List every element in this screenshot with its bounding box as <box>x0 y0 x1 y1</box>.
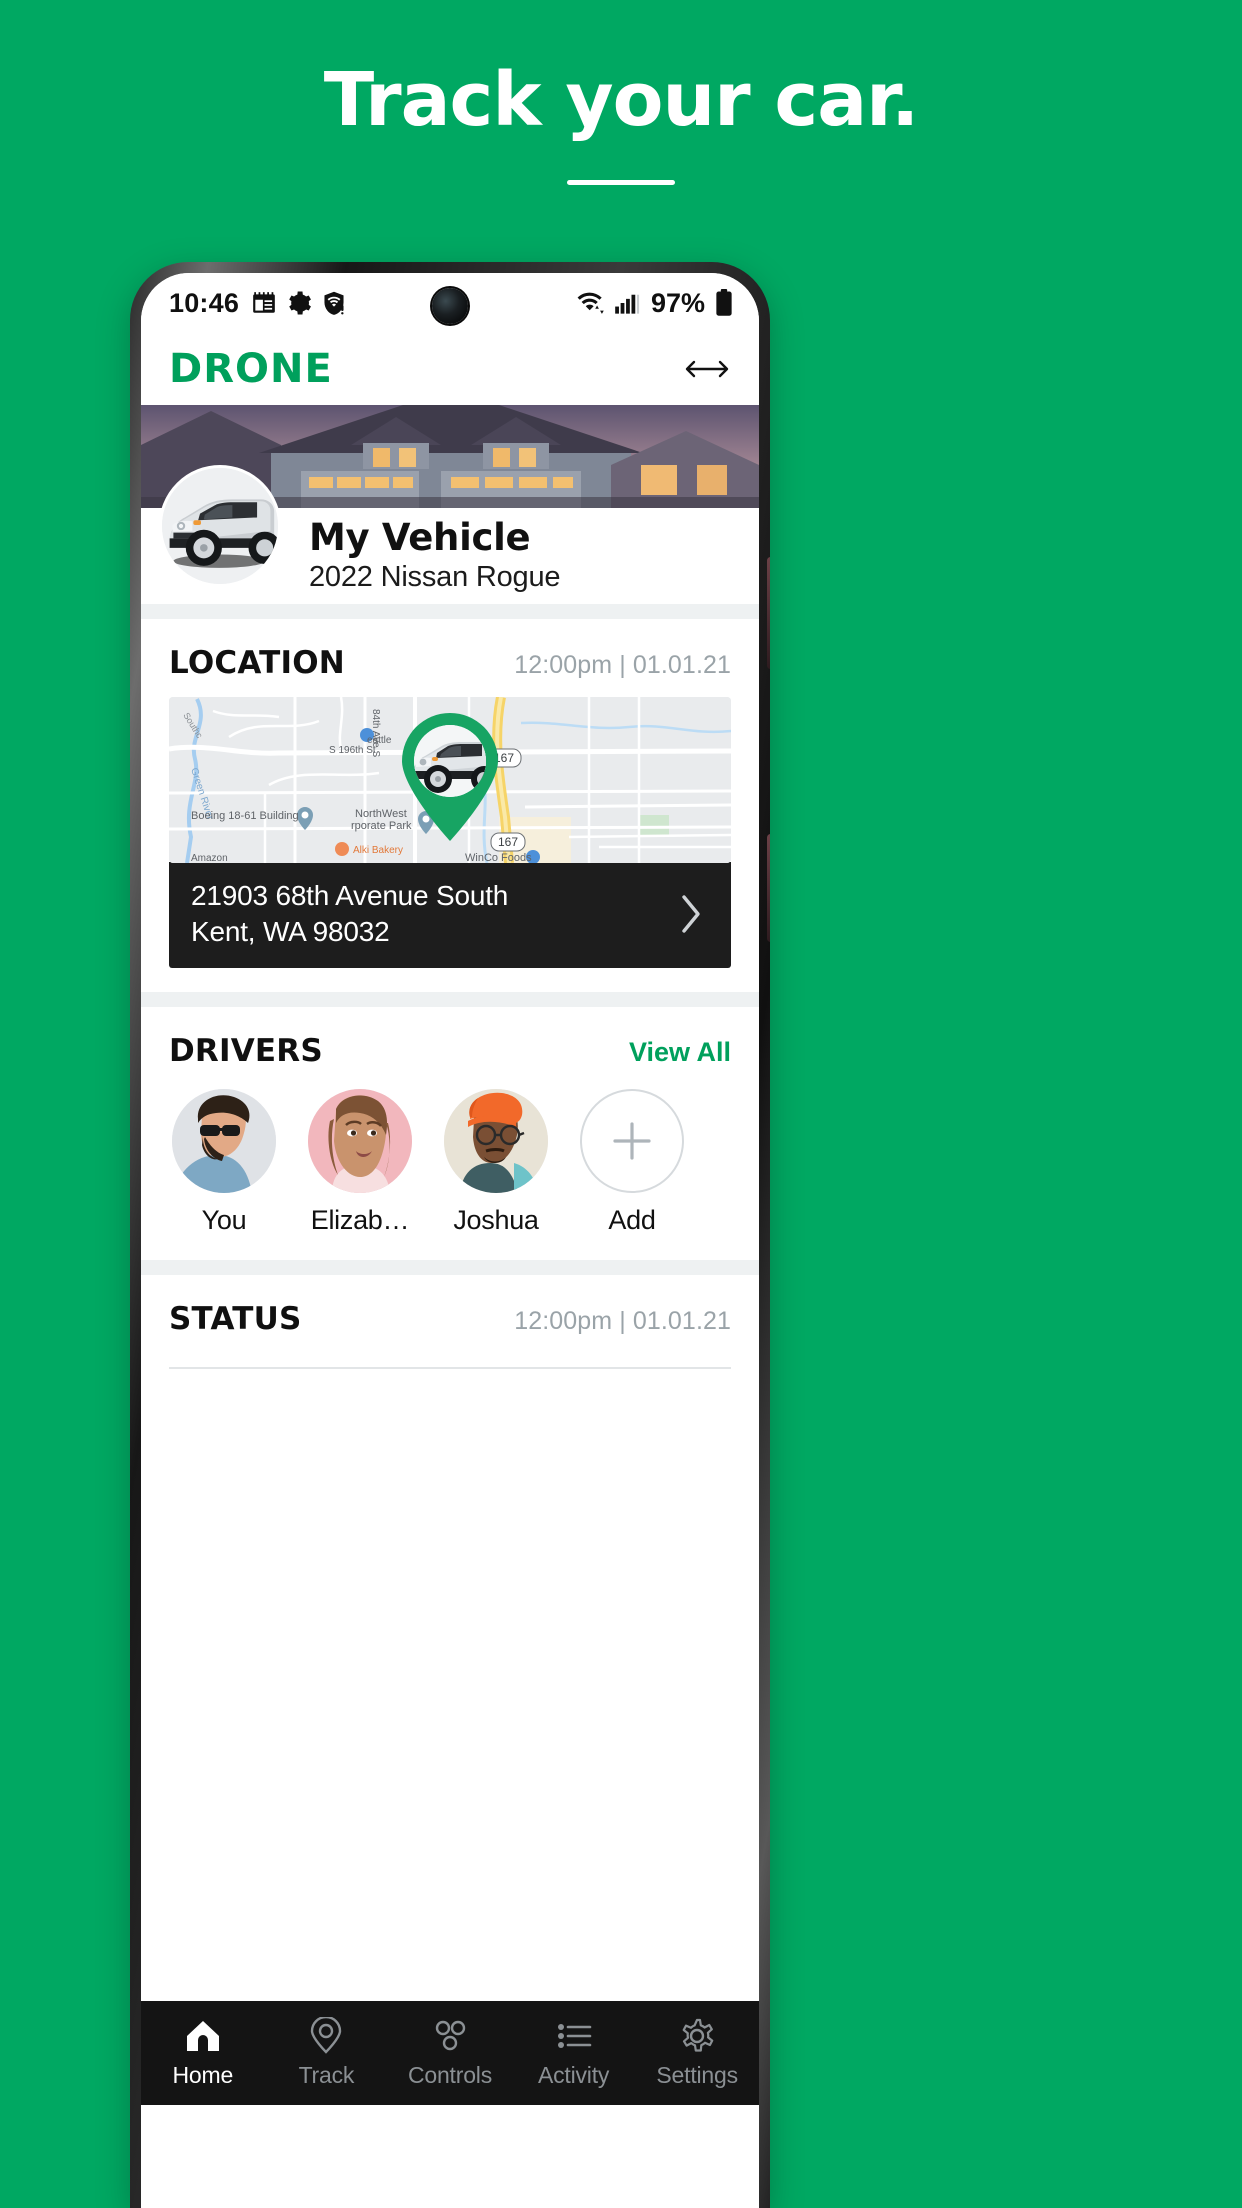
avatar <box>308 1088 412 1193</box>
cellular-signal-icon <box>615 294 640 314</box>
map-label-winco: WinCo Foods <box>465 852 532 863</box>
address-line-1: 21903 68th Avenue South <box>191 880 509 911</box>
battery-full-icon <box>716 289 732 316</box>
vehicle-location-marker[interactable] <box>396 711 504 843</box>
nav-label-activity: Activity <box>537 2062 610 2088</box>
wifi-icon <box>577 292 604 314</box>
driver-item[interactable]: Elizab… <box>305 1088 415 1236</box>
front-camera-punch-hole <box>432 288 468 324</box>
vehicle-name: My Vehicle <box>309 515 531 559</box>
map-pin-icon <box>311 2017 342 2054</box>
avatar-man-sunglasses <box>172 1088 276 1193</box>
drivers-section: DRIVERS View All You Elizab… Joshua Add <box>141 1006 759 1260</box>
nav-item-activity[interactable]: Activity <box>512 2017 636 2089</box>
calendar-icon <box>253 292 275 313</box>
location-map[interactable]: 167 167 Southc Green River S 196th St Bo… <box>169 697 731 863</box>
address-text: 21903 68th Avenue South Kent, WA 98032 <box>191 878 508 950</box>
drivers-list: You Elizab… Joshua Add <box>169 1085 731 1260</box>
address-bar[interactable]: 21903 68th Avenue South Kent, WA 98032 <box>169 862 731 968</box>
chevron-right-icon[interactable] <box>679 893 703 935</box>
vehicle-text-block: My Vehicle 2022 Nissan Rogue <box>309 515 561 594</box>
nav-item-settings[interactable]: Settings <box>635 2017 759 2089</box>
phone-device-frame: 10:46 97% DRONE My Vehicle 2022 Nissan R… <box>130 262 770 2208</box>
map-label-196th: S 196th St <box>329 745 376 756</box>
map-label-alki: Alki Bakery <box>353 845 403 856</box>
avatar <box>172 1088 276 1193</box>
section-divider <box>141 604 759 619</box>
left-right-arrow-icon[interactable] <box>685 358 729 380</box>
status-bar-clock: 10:46 <box>169 287 240 318</box>
nav-label-home: Home <box>172 2062 234 2088</box>
list-icon <box>557 2024 591 2048</box>
car-photo <box>162 468 278 584</box>
nav-label-track: Track <box>298 2062 355 2088</box>
bottom-navigation-bar: Home Track Controls Activity Settings <box>141 2001 759 2105</box>
gear-icon <box>289 291 312 315</box>
driver-name: Elizab… <box>310 1204 410 1235</box>
promo-divider <box>567 179 675 185</box>
location-section-header: LOCATION 12:00pm | 01.01.21 <box>169 619 731 697</box>
home-icon <box>186 2021 219 2051</box>
add-driver-button[interactable] <box>580 1088 684 1193</box>
map-label-84th: 84th Ave S <box>370 709 381 758</box>
drivers-view-all-link[interactable]: View All <box>629 1037 731 1068</box>
avatar-man-beanie <box>444 1088 548 1193</box>
driver-name: Add <box>608 1204 656 1235</box>
map-label-boeing: Boeing 18-61 Building <box>191 810 299 822</box>
gear-icon <box>682 2018 714 2052</box>
driver-item[interactable]: You <box>169 1088 279 1236</box>
status-bar-system-icons: 97% <box>577 288 733 319</box>
section-divider-3 <box>141 1259 759 1275</box>
status-bar: 10:46 97% <box>141 273 759 333</box>
drivers-title: DRIVERS <box>169 1032 323 1069</box>
section-divider-2 <box>141 991 759 1007</box>
location-timestamp: 12:00pm | 01.01.21 <box>514 651 731 679</box>
nav-label-settings: Settings <box>656 2062 738 2088</box>
map-pin-with-car <box>402 713 498 841</box>
nav-label-controls: Controls <box>407 2062 492 2088</box>
nav-item-track[interactable]: Track <box>265 2017 389 2089</box>
driver-name: You <box>201 1204 247 1235</box>
nav-item-controls[interactable]: Controls <box>388 2017 512 2089</box>
avatar-woman-pink <box>308 1088 412 1193</box>
battery-percentage-label: 97% <box>650 287 705 318</box>
map-label-amazon: Amazon <box>191 853 228 863</box>
driver-item-add[interactable]: Add <box>577 1088 687 1236</box>
status-divider <box>169 1366 731 1369</box>
shield-wifi-icon <box>324 291 344 315</box>
plus-icon <box>613 1122 651 1160</box>
nav-item-home[interactable]: Home <box>141 2017 265 2089</box>
status-section: STATUS 12:00pm | 01.01.21 <box>141 1274 759 1369</box>
avatar <box>444 1088 548 1193</box>
device-side-button-power[interactable] <box>767 834 770 942</box>
device-side-button-volume[interactable] <box>767 557 770 669</box>
promo-banner: Track your car. <box>0 0 1242 260</box>
app-brand-logo: DRONE <box>169 346 333 392</box>
promo-title: Track your car. <box>323 57 919 143</box>
app-header: DRONE <box>141 333 759 405</box>
vehicle-avatar <box>159 465 281 587</box>
vehicle-model: 2022 Nissan Rogue <box>309 561 561 594</box>
location-title: LOCATION <box>169 645 345 681</box>
status-section-header: STATUS 12:00pm | 01.01.21 <box>169 1275 731 1353</box>
driver-name: Joshua <box>453 1204 539 1235</box>
app-content: My Vehicle 2022 Nissan Rogue LOCATION 12… <box>141 405 759 2105</box>
status-title: STATUS <box>169 1300 302 1337</box>
status-bar-notification-icons <box>251 290 347 316</box>
location-section: LOCATION 12:00pm | 01.01.21 167 167 Sout… <box>141 619 759 992</box>
controls-dots-icon <box>435 2020 466 2051</box>
vehicle-card[interactable]: My Vehicle 2022 Nissan Rogue <box>141 465 759 604</box>
driver-item[interactable]: Joshua <box>441 1088 551 1236</box>
drivers-section-header: DRIVERS View All <box>169 1007 731 1085</box>
phone-screen: 10:46 97% DRONE My Vehicle 2022 Nissan R… <box>141 273 759 2208</box>
status-timestamp: 12:00pm | 01.01.21 <box>514 1306 731 1335</box>
address-line-2: Kent, WA 98032 <box>191 915 390 947</box>
